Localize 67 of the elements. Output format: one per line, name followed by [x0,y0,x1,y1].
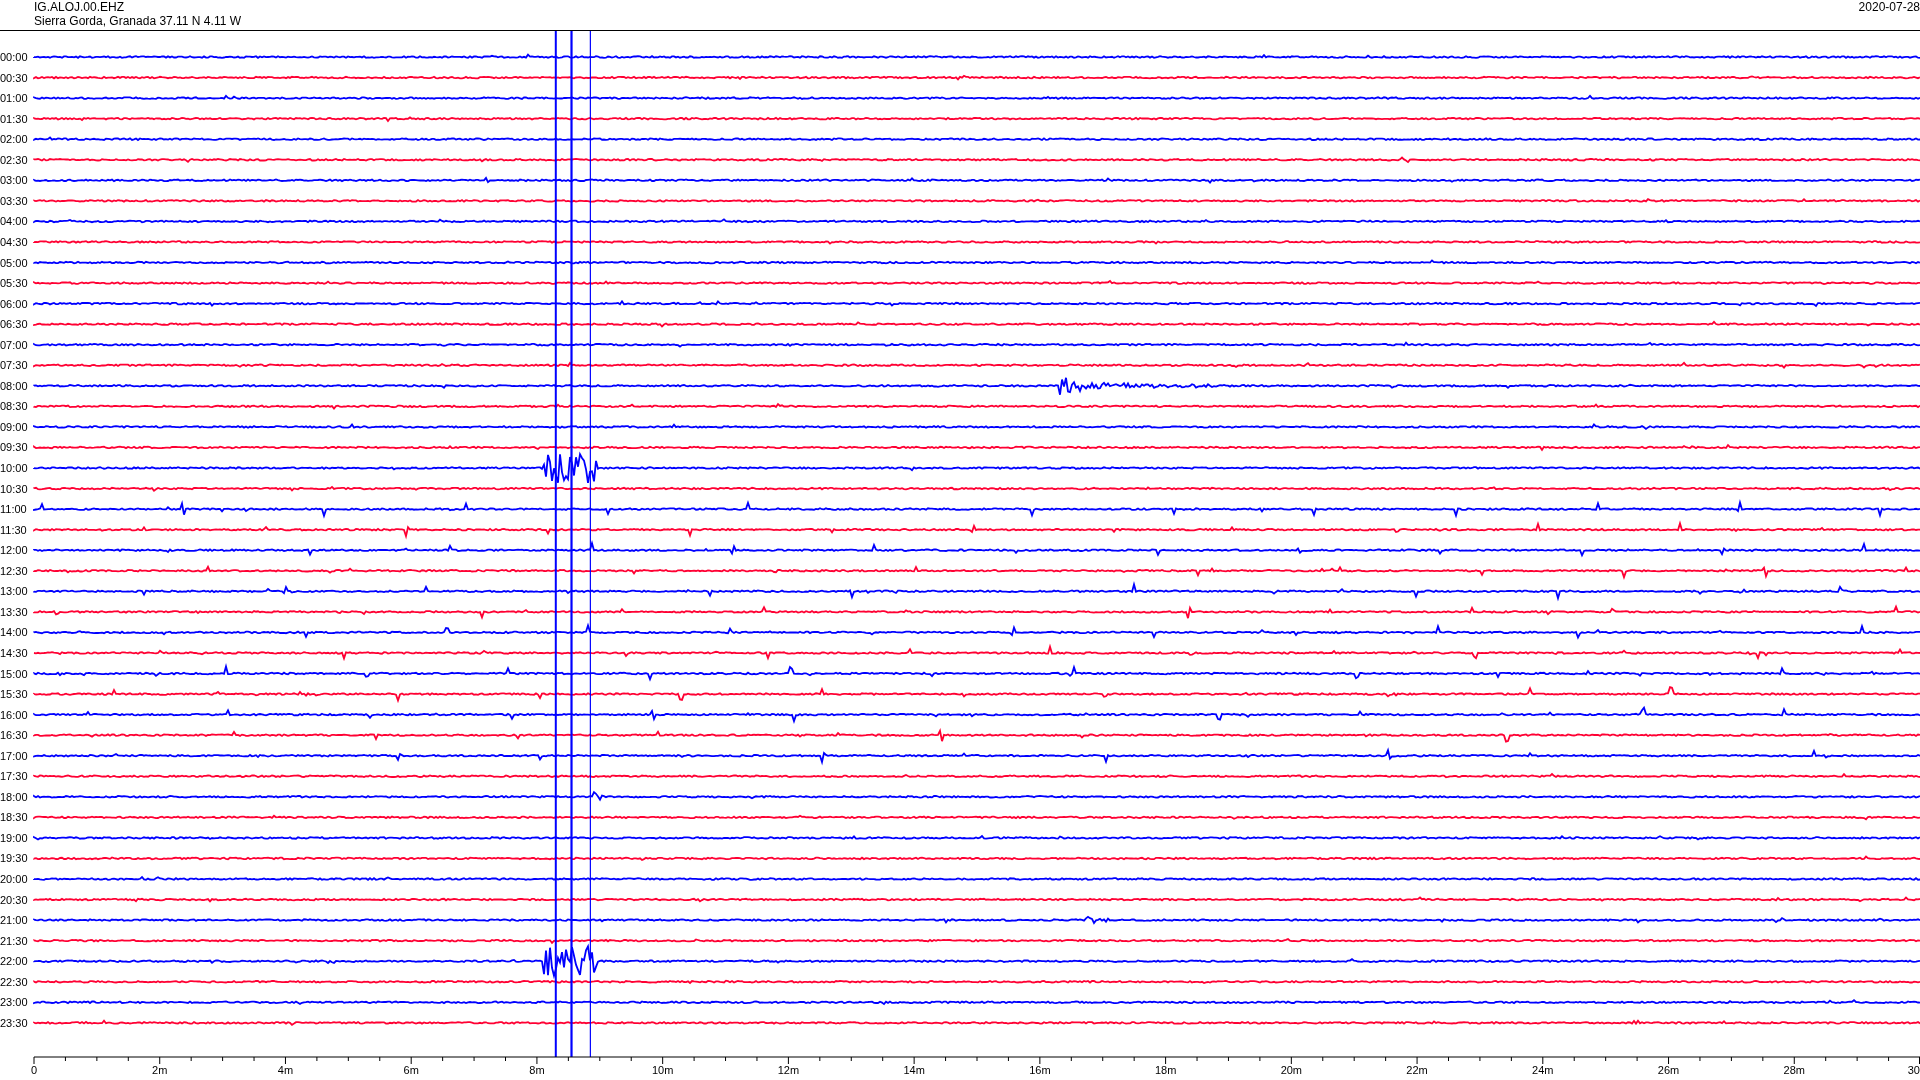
time-label: 02:00 [0,133,28,146]
axis-tick-label: 26m [1657,1064,1680,1076]
time-label: 10:30 [0,482,28,495]
time-label: 07:30 [0,359,28,372]
time-label: 23:00 [0,996,28,1009]
time-label: 18:00 [0,790,28,803]
time-label: 20:00 [0,873,28,885]
axis-tick-label: 6m [403,1064,419,1076]
date-label: 2020-07-28 [1858,0,1920,16]
time-label: 18:30 [0,811,28,824]
axis-tick-label: 12m [777,1064,800,1076]
axis-tick-label: 2m [152,1064,168,1076]
time-label: 20:30 [0,893,28,906]
time-label: 14:30 [0,646,28,659]
time-label: 00:30 [0,71,28,84]
time-label: 15:30 [0,688,28,701]
time-label: 08:00 [0,379,28,392]
axis-tick-label: 28m [1783,1064,1805,1076]
time-label: 15:00 [0,667,28,680]
time-label: 19:00 [0,831,28,844]
time-label: 10:00 [0,462,28,474]
axis-tick-label: 22m [1406,1064,1428,1076]
time-label: 11:00 [0,503,27,516]
time-label: 13:00 [0,585,28,598]
time-label: 06:30 [0,318,28,331]
time-label: 19:30 [0,852,28,865]
time-label: 06:00 [0,297,28,310]
time-label: 02:30 [0,153,28,166]
axis-tick-label: 0 [31,1064,38,1076]
time-label: 00:00 [0,51,28,63]
axis-tick-label: 24m [1532,1064,1554,1076]
axis-tick-label: 30 [1907,1064,1920,1076]
axis-tick-label: 16m [1029,1064,1051,1076]
station-code: IG.ALOJ.00.EHZ [34,0,126,14]
time-label: 17:30 [0,770,28,783]
axis-tick-label: 4m [277,1064,294,1076]
axis-tick-label: 20m [1280,1064,1303,1076]
time-label: 01:00 [0,92,28,105]
time-label: 05:30 [0,277,28,290]
station-location: Sierra Gorda, Granada 37.11 N 4.11 W [34,14,241,28]
time-label: 03:30 [0,194,28,207]
time-label: 22:00 [0,955,28,968]
time-label: 21:00 [0,914,28,927]
time-label: 04:00 [0,215,28,228]
time-label: 04:30 [0,235,28,248]
time-label: 03:00 [0,174,28,187]
axis-tick-label: 18m [1154,1064,1177,1076]
time-label: 21:30 [0,934,28,947]
time-label: 16:30 [0,729,28,742]
axis-tick-label: 14m [903,1064,925,1076]
time-label: 23:30 [0,1016,28,1029]
axis-tick-label: 10m [651,1064,674,1076]
time-label: 09:00 [0,420,28,433]
axis-tick-label: 8m [529,1064,545,1076]
time-label: 16:00 [0,708,28,721]
time-label: 17:00 [0,749,28,762]
time-label: 12:00 [0,544,28,557]
time-label: 12:30 [0,564,28,577]
time-label: 05:00 [0,256,28,269]
time-label: 09:30 [0,441,28,454]
time-label: 14:00 [0,626,28,639]
time-label: 11:30 [0,523,27,536]
time-label: 07:00 [0,338,28,351]
time-label: 13:30 [0,605,28,618]
time-label: 22:30 [0,975,28,988]
time-label: 01:30 [0,112,28,125]
time-label: 08:30 [0,400,28,413]
